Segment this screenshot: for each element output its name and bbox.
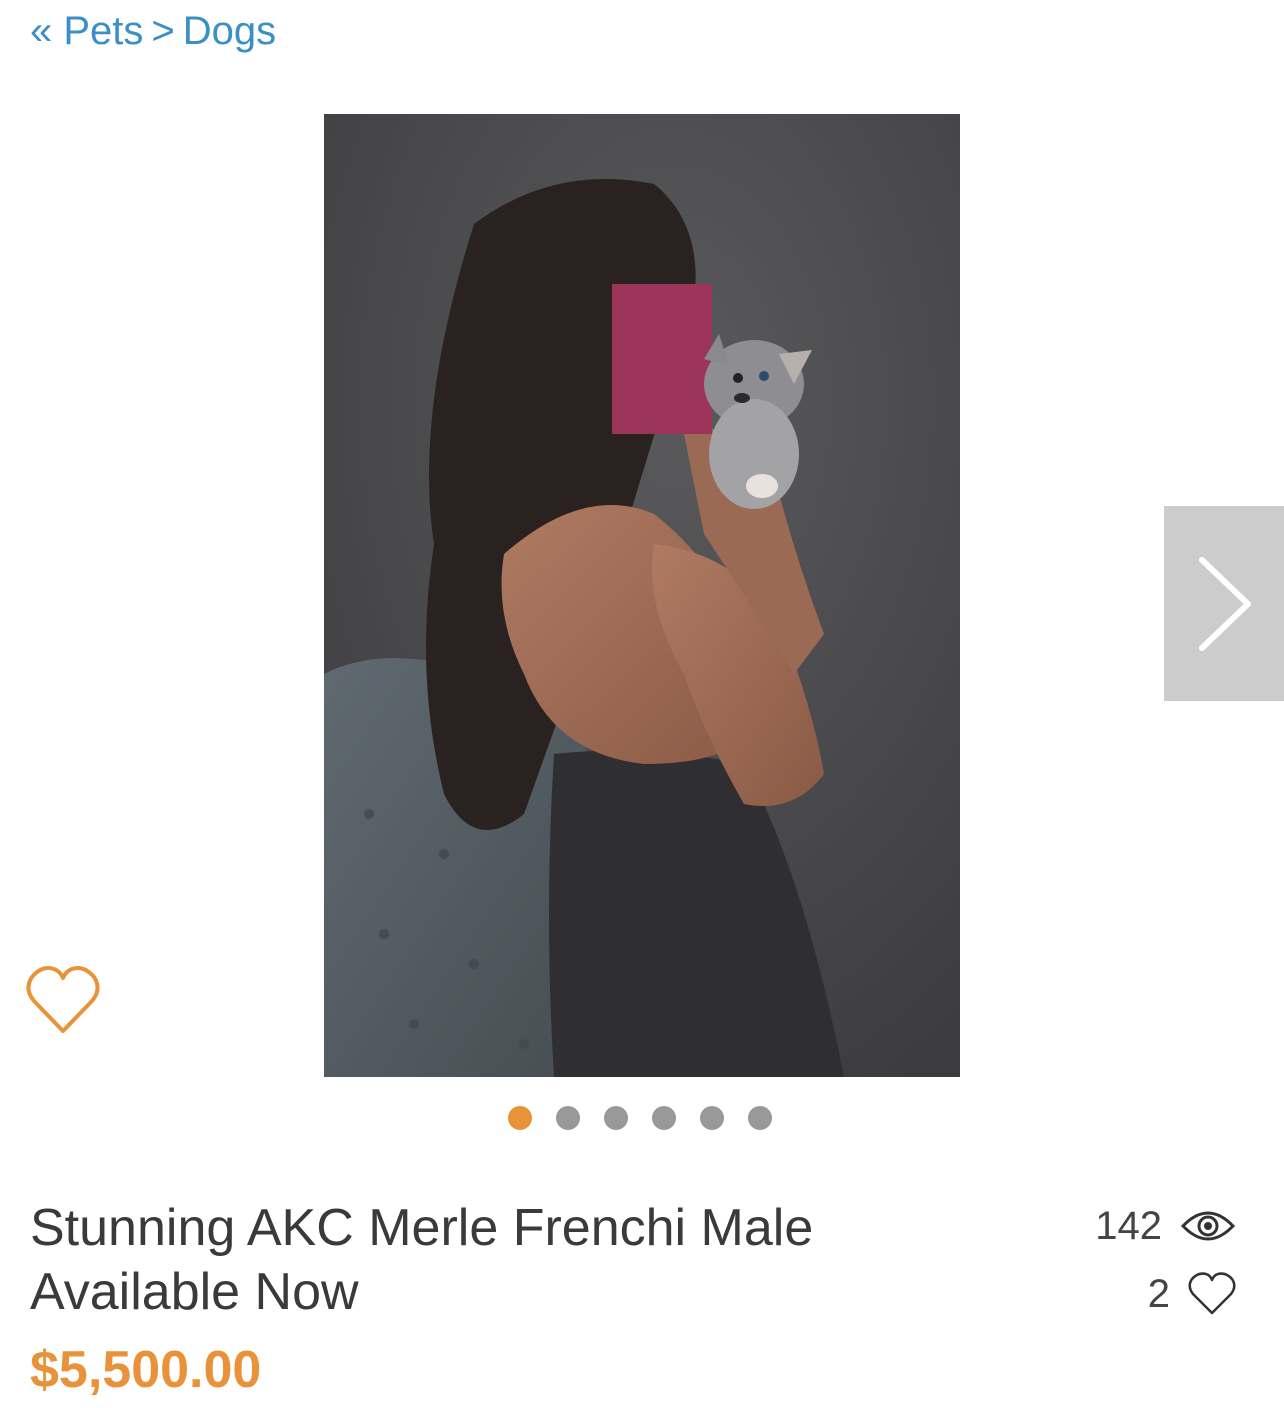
views-count: 142 — [1095, 1203, 1162, 1248]
views-stat: 142 — [1095, 1198, 1236, 1254]
pagination-dot-2[interactable] — [556, 1106, 580, 1130]
pagination-dot-6[interactable] — [748, 1106, 772, 1130]
listing-title: Stunning AKC Merle Frenchi Male Availabl… — [30, 1199, 814, 1321]
pagination-dot-4[interactable] — [652, 1106, 676, 1130]
listing-photo[interactable] — [324, 114, 960, 1077]
likes-count: 2 — [1147, 1271, 1170, 1316]
pagination-dot-1[interactable] — [508, 1106, 532, 1130]
pagination-dot-5[interactable] — [700, 1106, 724, 1130]
favorite-button[interactable] — [26, 965, 100, 1037]
back-symbol: « — [30, 9, 53, 53]
photo-image — [324, 114, 960, 1077]
listing-price: $5,500.00 — [30, 1341, 262, 1399]
chevron-right-icon — [1199, 557, 1251, 651]
next-image-button[interactable] — [1164, 506, 1284, 701]
breadcrumb-separator: > — [151, 9, 175, 53]
heart-outline-icon[interactable] — [1188, 1272, 1236, 1316]
gallery-pagination — [508, 1106, 772, 1132]
breadcrumb-parent: Pets — [63, 9, 144, 53]
breadcrumb: « Pets > Dogs — [30, 6, 276, 56]
eye-icon — [1180, 1211, 1236, 1241]
pagination-dot-3[interactable] — [604, 1106, 628, 1130]
likes-stat: 2 — [1095, 1266, 1236, 1322]
breadcrumb-back-link[interactable]: « Pets — [30, 9, 143, 53]
breadcrumb-current-link[interactable]: Dogs — [183, 9, 276, 53]
listing-stats: 142 2 — [1095, 1198, 1236, 1334]
heart-outline-icon — [26, 966, 100, 1033]
